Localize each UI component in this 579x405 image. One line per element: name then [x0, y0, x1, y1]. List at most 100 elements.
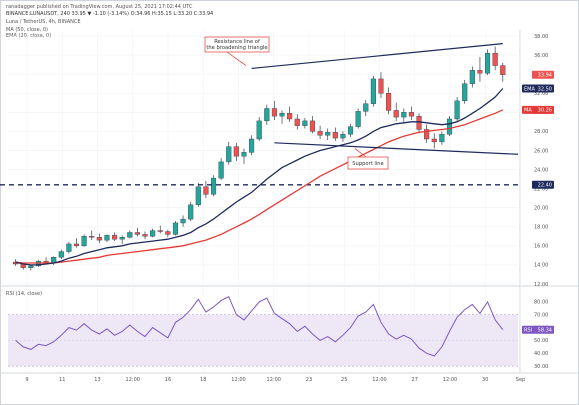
candle-body	[264, 108, 270, 122]
support-line	[274, 142, 519, 155]
candle-body	[203, 186, 209, 195]
candle-body	[127, 232, 133, 238]
time-tick-label: 27	[412, 377, 418, 383]
rsi-tick-label: 30.00	[534, 364, 548, 370]
candle-body	[462, 83, 468, 102]
resistance-annotation-line2: the broadening triangle	[206, 45, 267, 51]
candle-body	[73, 243, 80, 247]
time-tick-label: 9	[25, 377, 28, 383]
indicator-lines	[0, 43, 519, 357]
price-tick-label: 26.00	[534, 148, 548, 154]
candle-body	[469, 70, 475, 84]
candles	[13, 46, 506, 271]
price-badge-label: MA	[524, 108, 532, 114]
price-tick-label: 24.00	[534, 167, 548, 173]
candle-body	[431, 138, 437, 143]
candle-body	[325, 132, 331, 136]
candle-body	[81, 236, 87, 247]
price-tick-label: 16.00	[534, 244, 548, 250]
rsi-tick-label: 50.00	[534, 338, 548, 344]
time-tick-label: Sep	[516, 377, 525, 383]
candle-body	[500, 65, 506, 75]
price-tick-label: 20.00	[534, 205, 548, 211]
candle-body	[172, 222, 179, 235]
rsi-tick-label: 70.00	[534, 313, 548, 319]
candle-body	[134, 232, 140, 235]
candle-body	[363, 103, 369, 112]
candle-body	[180, 218, 186, 224]
candle-body	[332, 132, 338, 139]
candle-body	[119, 237, 125, 240]
rsi-badge-label: RSI	[524, 328, 532, 334]
candle-body	[309, 120, 316, 132]
resistance-annotation-pointer	[226, 51, 247, 66]
price-chart-svg: Resistance line of the broadening triangl…	[0, 30, 579, 383]
time-tick-label: 16	[165, 377, 171, 383]
time-tick-label: 23	[306, 377, 312, 383]
candle-body	[89, 236, 95, 238]
resistance-line	[251, 43, 503, 70]
candle-body	[233, 146, 239, 157]
price-tick-label: 12.00	[534, 282, 548, 288]
candle-body	[294, 118, 300, 126]
candle-body	[317, 131, 323, 136]
candle-body	[408, 112, 414, 117]
candle-body	[378, 78, 384, 94]
price-tick-label: 18.00	[534, 225, 548, 231]
price-tick-label: 14.00	[534, 263, 548, 269]
candle-body	[393, 110, 399, 118]
rsi-badge-value: 58.34	[538, 328, 552, 334]
candle-body	[484, 52, 491, 74]
candle-body	[165, 231, 171, 235]
time-tick-label: 12:00	[267, 377, 281, 383]
candle-body	[401, 112, 407, 118]
price-badge-value: 22.40	[538, 183, 552, 189]
candle-body	[370, 78, 376, 104]
time-tick-label: 18	[200, 377, 206, 383]
candle-body	[112, 235, 118, 240]
price-tick-label: 36.00	[534, 53, 548, 59]
candle-body	[249, 138, 255, 153]
time-tick-label: 25	[341, 377, 347, 383]
candle-body	[439, 134, 445, 143]
time-tick-label: 13	[94, 377, 100, 383]
candle-body	[195, 186, 201, 206]
support-annotation-text: Support line	[352, 161, 384, 167]
price-badge-label: EMA	[524, 86, 535, 92]
candle-body	[279, 113, 285, 117]
candle-body	[355, 111, 361, 127]
price-tick-label: 38.00	[534, 34, 548, 40]
resistance-annotation-text: Resistance line of the broadening triangl…	[206, 39, 267, 51]
time-tick-label: 11	[59, 377, 65, 383]
candle-body	[416, 115, 422, 130]
price-badge-value: 32.50	[538, 86, 552, 92]
rsi-tick-label: 80.00	[534, 300, 548, 306]
time-tick-label: 30	[482, 377, 488, 383]
candle-body	[256, 120, 262, 140]
ema-20-line	[15, 88, 504, 266]
time-tick-label: 12:00	[126, 377, 140, 383]
price-badge-value: 30.26	[538, 108, 552, 114]
candle-body	[302, 120, 308, 126]
candle-body	[492, 52, 498, 66]
rsi-band	[8, 314, 518, 367]
annotations: Resistance line of the broadening triangl…	[204, 36, 389, 170]
rsi-tick-label: 40.00	[534, 351, 548, 357]
candle-body	[454, 100, 460, 120]
candle-body	[28, 265, 34, 268]
time-tick-label: 12:00	[231, 377, 245, 383]
candle-body	[446, 118, 453, 135]
candle-body	[142, 234, 148, 237]
candle-body	[157, 230, 163, 232]
candle-body	[287, 113, 293, 120]
candle-body	[104, 235, 110, 241]
candle-body	[241, 152, 247, 157]
candle-body	[271, 108, 277, 117]
candle-body	[226, 146, 232, 163]
time-tick-label: 12:00	[372, 377, 386, 383]
candle-body	[58, 251, 64, 258]
candle-body	[96, 237, 102, 241]
candle-body	[477, 70, 483, 74]
time-tick-label: 12:00	[443, 377, 457, 383]
candle-body	[210, 177, 217, 195]
